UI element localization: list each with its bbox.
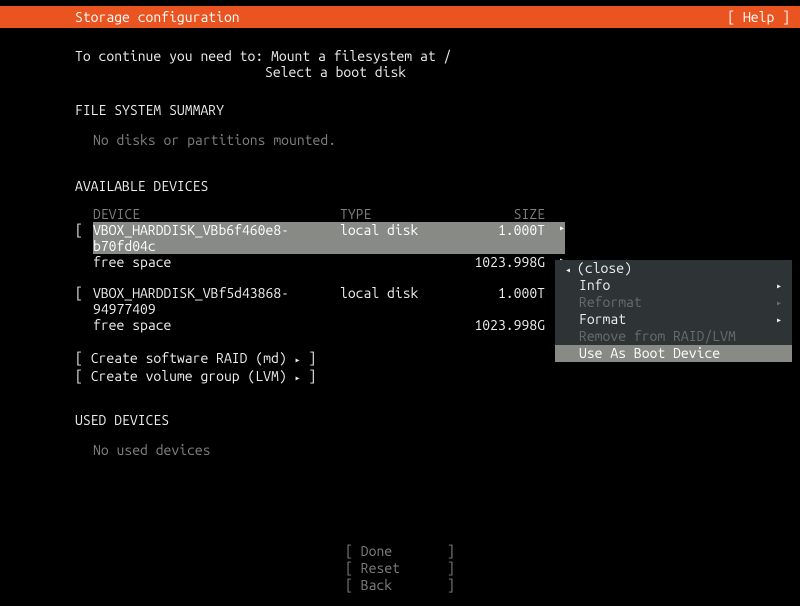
reset-button[interactable]: [ Reset ] <box>0 560 800 577</box>
used-devices-heading: USED DEVICES <box>75 412 725 428</box>
fs-summary-empty: No disks or partitions mounted. <box>75 132 725 148</box>
device-table-header: DEVICE TYPE SIZE <box>75 206 725 222</box>
chevron-right-icon: ▸ <box>776 294 782 311</box>
page-title: Storage configuration <box>10 6 240 28</box>
create-lvm-button[interactable]: [ Create volume group (LVM) ▸ ] <box>75 368 725 384</box>
footer-actions: [ Done ] [ Reset ] [ Back ] <box>0 543 800 594</box>
menu-info[interactable]: Info ▸ <box>555 277 792 294</box>
used-devices-empty: No used devices <box>75 442 725 458</box>
menu-reformat: Reformat ▸ <box>555 294 792 311</box>
menu-use-as-boot[interactable]: Use As Boot Device <box>555 345 792 362</box>
back-button[interactable]: [ Back ] <box>0 577 800 594</box>
chevron-right-icon: ▸ <box>295 354 301 365</box>
available-devices-heading: AVAILABLE DEVICES <box>75 178 725 194</box>
chevron-left-icon: ◂ <box>565 264 571 275</box>
menu-format[interactable]: Format ▸ <box>555 311 792 328</box>
menu-remove-raid-lvm: Remove from RAID/LVM <box>555 328 792 345</box>
chevron-right-icon: ▸ <box>776 311 782 328</box>
title-bar: Storage configuration [ Help ] <box>0 6 800 28</box>
chevron-right-icon: ▸ <box>295 372 301 383</box>
menu-close[interactable]: ◂(close) <box>555 260 792 277</box>
done-button[interactable]: [ Done ] <box>0 543 800 560</box>
continue-notice: To continue you need to: Mount a filesys… <box>75 48 725 80</box>
chevron-right-icon: ▸ <box>545 222 565 254</box>
device-context-menu: ◂(close) Info ▸ Reformat ▸ Format ▸ Remo… <box>555 260 792 362</box>
chevron-right-icon: ▸ <box>776 277 782 294</box>
fs-summary-heading: FILE SYSTEM SUMMARY <box>75 102 725 118</box>
help-button[interactable]: [ Help ] <box>727 6 790 28</box>
device-row[interactable]: [ VBOX_HARDDISK_VBb6f460e8-b70fd04c loca… <box>75 222 725 254</box>
